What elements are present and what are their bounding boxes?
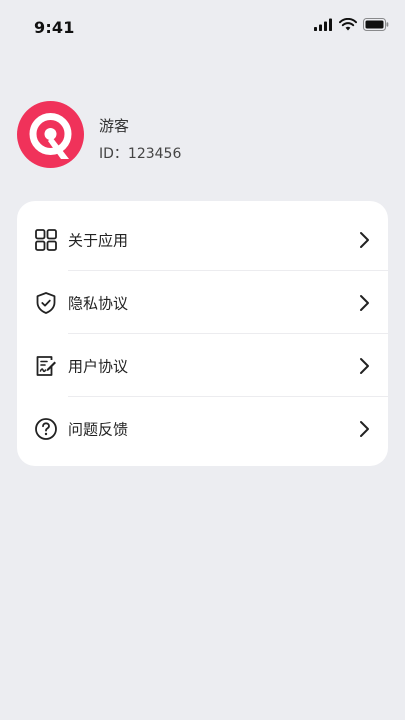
divider (68, 333, 388, 334)
menu-item-label: 用户协议 (68, 357, 129, 376)
profile-section: 游客 ID：123456 (17, 101, 377, 169)
grid-apps-icon (35, 229, 57, 251)
menu-item-privacy-policy[interactable]: 隐私协议 (17, 272, 388, 334)
signal-icon (314, 16, 333, 35)
status-time: 9:41 (34, 18, 75, 37)
profile-id: ID：123456 (99, 146, 182, 162)
menu-item-about-app[interactable]: 关于应用 (17, 209, 388, 271)
shield-check-icon (36, 292, 56, 314)
menu-item-label: 隐私协议 (68, 294, 129, 313)
chevron-right-icon (360, 232, 369, 248)
menu-item-label: 问题反馈 (68, 420, 129, 439)
chevron-right-icon (360, 295, 369, 311)
divider (68, 270, 388, 271)
status-bar: 9:41 (0, 0, 405, 56)
profile-name: 游客 (99, 117, 130, 135)
question-circle-icon (35, 418, 57, 440)
chevron-right-icon (360, 421, 369, 437)
wifi-icon (339, 16, 357, 35)
battery-icon (363, 16, 389, 35)
document-edit-icon (36, 356, 56, 376)
menu-item-label: 关于应用 (68, 231, 129, 250)
app-logo-icon (17, 101, 84, 168)
status-icons (314, 16, 389, 35)
chevron-right-icon (360, 358, 369, 374)
menu-item-user-agreement[interactable]: 用户协议 (17, 335, 388, 397)
divider (68, 396, 388, 397)
menu-card: 关于应用 隐私协议 用户协议 问题反馈 (17, 201, 388, 466)
avatar[interactable] (17, 101, 84, 168)
menu-item-feedback[interactable]: 问题反馈 (17, 398, 388, 460)
